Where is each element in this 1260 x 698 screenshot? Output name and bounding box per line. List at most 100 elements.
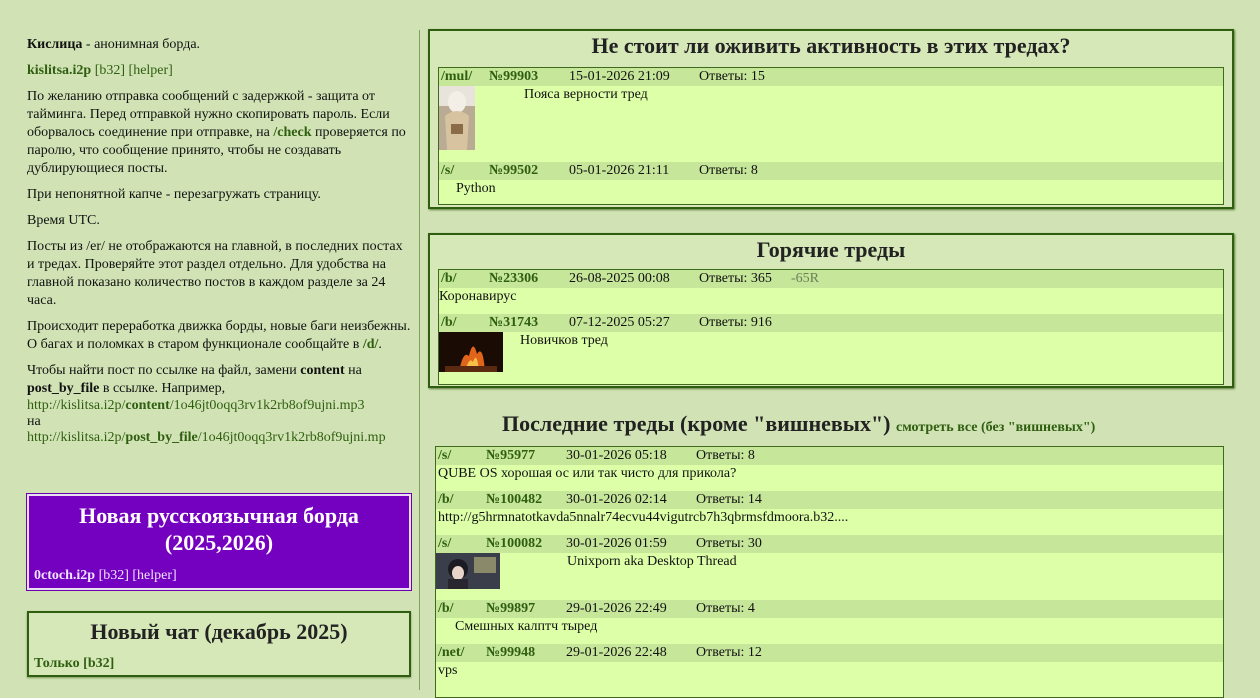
url-on-text: на: [27, 414, 41, 429]
info-column: Кислица - анонимная борда. kislitsa.i2p …: [27, 36, 412, 446]
thread-replies: Ответы: 365: [699, 271, 772, 286]
hot-panel: Горячие треды /b/ №23306 26-08-2025 00:0…: [428, 233, 1234, 388]
thread-header: /b/ №23306 26-08-2025 00:08 Ответы: 365 …: [439, 270, 1223, 288]
find-info: Чтобы найти пост по ссылке на файл, заме…: [27, 362, 412, 398]
intro-line: Кислица - анонимная борда.: [27, 36, 412, 54]
thread-date: 30-01-2026 01:59: [566, 536, 667, 551]
thread-number-link[interactable]: №100082: [486, 536, 566, 552]
board-link[interactable]: /s/: [436, 448, 486, 464]
thread-date: 29-01-2026 22:49: [566, 601, 667, 616]
chat-title: Новый чат (декабрь 2025): [90, 619, 348, 644]
rework-text-1: Происходит переработка движка борды, нов…: [27, 319, 411, 352]
thread-body: Python: [439, 180, 1223, 204]
thread-body: QUBE OS хорошая ос или так чисто для при…: [436, 465, 1223, 491]
thread-thumbnail[interactable]: [439, 332, 503, 372]
thread-date: 05-01-2026 21:11: [569, 163, 670, 178]
thread-subject[interactable]: Новичков тред: [520, 333, 608, 349]
thread-subject[interactable]: Смешных калптч тыред: [455, 619, 597, 635]
thread-header: /b/ №31743 07-12-2025 05:27 Ответы: 916: [439, 314, 1223, 332]
thread-subject[interactable]: QUBE OS хорошая ос или так чисто для при…: [438, 466, 736, 482]
thread-body: Смешных калптч тыред: [436, 618, 1223, 644]
thread-subject[interactable]: vps: [438, 663, 457, 679]
thread-subject[interactable]: Коронавирус: [439, 289, 516, 305]
revive-list: /mul/ №99903 15-01-2026 21:09 Ответы: 15…: [438, 67, 1224, 205]
thread-rating: -65R: [791, 271, 819, 286]
revive-panel: Не стоит ли оживить активность в этих тр…: [428, 29, 1234, 209]
thread-subject[interactable]: http://g5hrmnatotkavda5nnalr74ecvu44vigu…: [438, 510, 848, 526]
intro-text: - анонимная борда.: [82, 37, 201, 52]
thread-number-link[interactable]: №99903: [489, 69, 569, 85]
thread-date: 30-01-2026 02:14: [566, 492, 667, 507]
thread-body: vps: [436, 662, 1223, 688]
thread-replies: Ответы: 4: [696, 601, 755, 616]
thread-subject[interactable]: Unixporn aka Desktop Thread: [567, 554, 737, 570]
board-link[interactable]: /b/: [439, 315, 489, 331]
thread-header: /s/ №99502 05-01-2026 21:11 Ответы: 8: [439, 162, 1223, 180]
site-helper-link[interactable]: [helper]: [129, 63, 173, 78]
board-link[interactable]: /net/: [436, 645, 486, 661]
thread-number-link[interactable]: №31743: [489, 315, 569, 331]
thread-date: 29-01-2026 22:48: [566, 645, 667, 660]
thread-number-link[interactable]: №100482: [486, 492, 566, 508]
thread-date: 15-01-2026 21:09: [569, 69, 670, 84]
promo-b32-link[interactable]: [b32]: [99, 568, 129, 583]
site-link[interactable]: kislitsa.i2p: [27, 63, 91, 78]
thread-replies: Ответы: 916: [699, 315, 772, 330]
thread-header: /net/ №99948 29-01-2026 22:48 Ответы: 12: [436, 644, 1223, 662]
promo-helper-link[interactable]: [helper]: [132, 568, 176, 583]
new-board-promo: Новая русскоязычная борда (2025,2026) 0c…: [27, 494, 411, 590]
delay-info: По желанию отправка сообщений с задержко…: [27, 88, 412, 178]
thread-replies: Ответы: 8: [696, 448, 755, 463]
example-url-1[interactable]: http://kislitsa.i2p/content/1o46jt0oqq3r…: [27, 398, 412, 414]
site-name: Кислица: [27, 37, 83, 52]
board-link[interactable]: /b/: [439, 271, 489, 287]
time-info: Время UTC.: [27, 213, 100, 228]
site-b32-link[interactable]: [b32]: [95, 63, 125, 78]
site-links: kislitsa.i2p [b32] [helper]: [27, 62, 412, 80]
thread-header: /b/ №100482 30-01-2026 02:14 Ответы: 14: [436, 491, 1223, 509]
thread-thumbnail[interactable]: [436, 553, 500, 589]
latest-title: Последние треды (кроме "вишневых") смотр…: [502, 411, 1096, 436]
board-link[interactable]: /s/: [436, 536, 486, 552]
thread-number-link[interactable]: №95977: [486, 448, 566, 464]
find-text-2: на: [344, 363, 362, 378]
d-board-link[interactable]: /d/: [363, 337, 379, 352]
thread-thumbnail[interactable]: [439, 86, 475, 150]
thread-number-link[interactable]: №99502: [489, 163, 569, 179]
revive-title: Не стоит ли оживить активность в этих тр…: [591, 33, 1071, 58]
thread-number-link[interactable]: №99897: [486, 601, 566, 617]
hot-title: Горячие треды: [756, 237, 906, 262]
thread-number-link[interactable]: №23306: [489, 271, 569, 287]
thread-replies: Ответы: 8: [699, 163, 758, 178]
thread-header: /b/ №99897 29-01-2026 22:49 Ответы: 4: [436, 600, 1223, 618]
thread-number-link[interactable]: №99948: [486, 645, 566, 661]
hot-list: /b/ №23306 26-08-2025 00:08 Ответы: 365 …: [438, 269, 1224, 385]
thread-date: 07-12-2025 05:27: [569, 315, 670, 330]
check-link[interactable]: /check: [273, 125, 311, 140]
find-pbf-word: post_by_file: [27, 381, 100, 396]
thread-date: 26-08-2025 00:08: [569, 271, 670, 286]
thread-subject[interactable]: Python: [456, 181, 496, 197]
thread-header: /s/ №95977 30-01-2026 05:18 Ответы: 8: [436, 447, 1223, 465]
chat-b32-link[interactable]: Только [b32]: [34, 656, 114, 672]
column-divider: [419, 30, 420, 690]
board-link[interactable]: /b/: [436, 601, 486, 617]
thread-subject[interactable]: Пояса верности тред: [524, 87, 648, 103]
thread-header: /s/ №100082 30-01-2026 01:59 Ответы: 30: [436, 535, 1223, 553]
view-all-link[interactable]: смотреть все (без "вишневых"): [896, 420, 1095, 435]
promo-links: 0ctoch.i2p [b32] [helper]: [34, 568, 177, 584]
example-url-2[interactable]: http://kislitsa.i2p/post_by_file/1o46jt0…: [27, 430, 412, 446]
board-link[interactable]: /s/: [439, 163, 489, 179]
thread-replies: Ответы: 30: [696, 536, 762, 551]
board-link[interactable]: /b/: [436, 492, 486, 508]
find-text-3: в ссылке. Например,: [99, 381, 226, 396]
thread-body: Коронавирус: [439, 288, 1223, 314]
rework-info: Происходит переработка движка борды, нов…: [27, 318, 412, 354]
thread-body: Пояса верности тред: [439, 86, 1223, 162]
thread-replies: Ответы: 14: [696, 492, 762, 507]
er-info: Посты из /er/ не отображаются на главной…: [27, 239, 403, 308]
promo-site-link[interactable]: 0ctoch.i2p: [34, 568, 95, 583]
board-link[interactable]: /mul/: [439, 69, 489, 85]
thread-body: Unixporn aka Desktop Thread: [436, 553, 1223, 600]
thread-replies: Ответы: 12: [696, 645, 762, 660]
